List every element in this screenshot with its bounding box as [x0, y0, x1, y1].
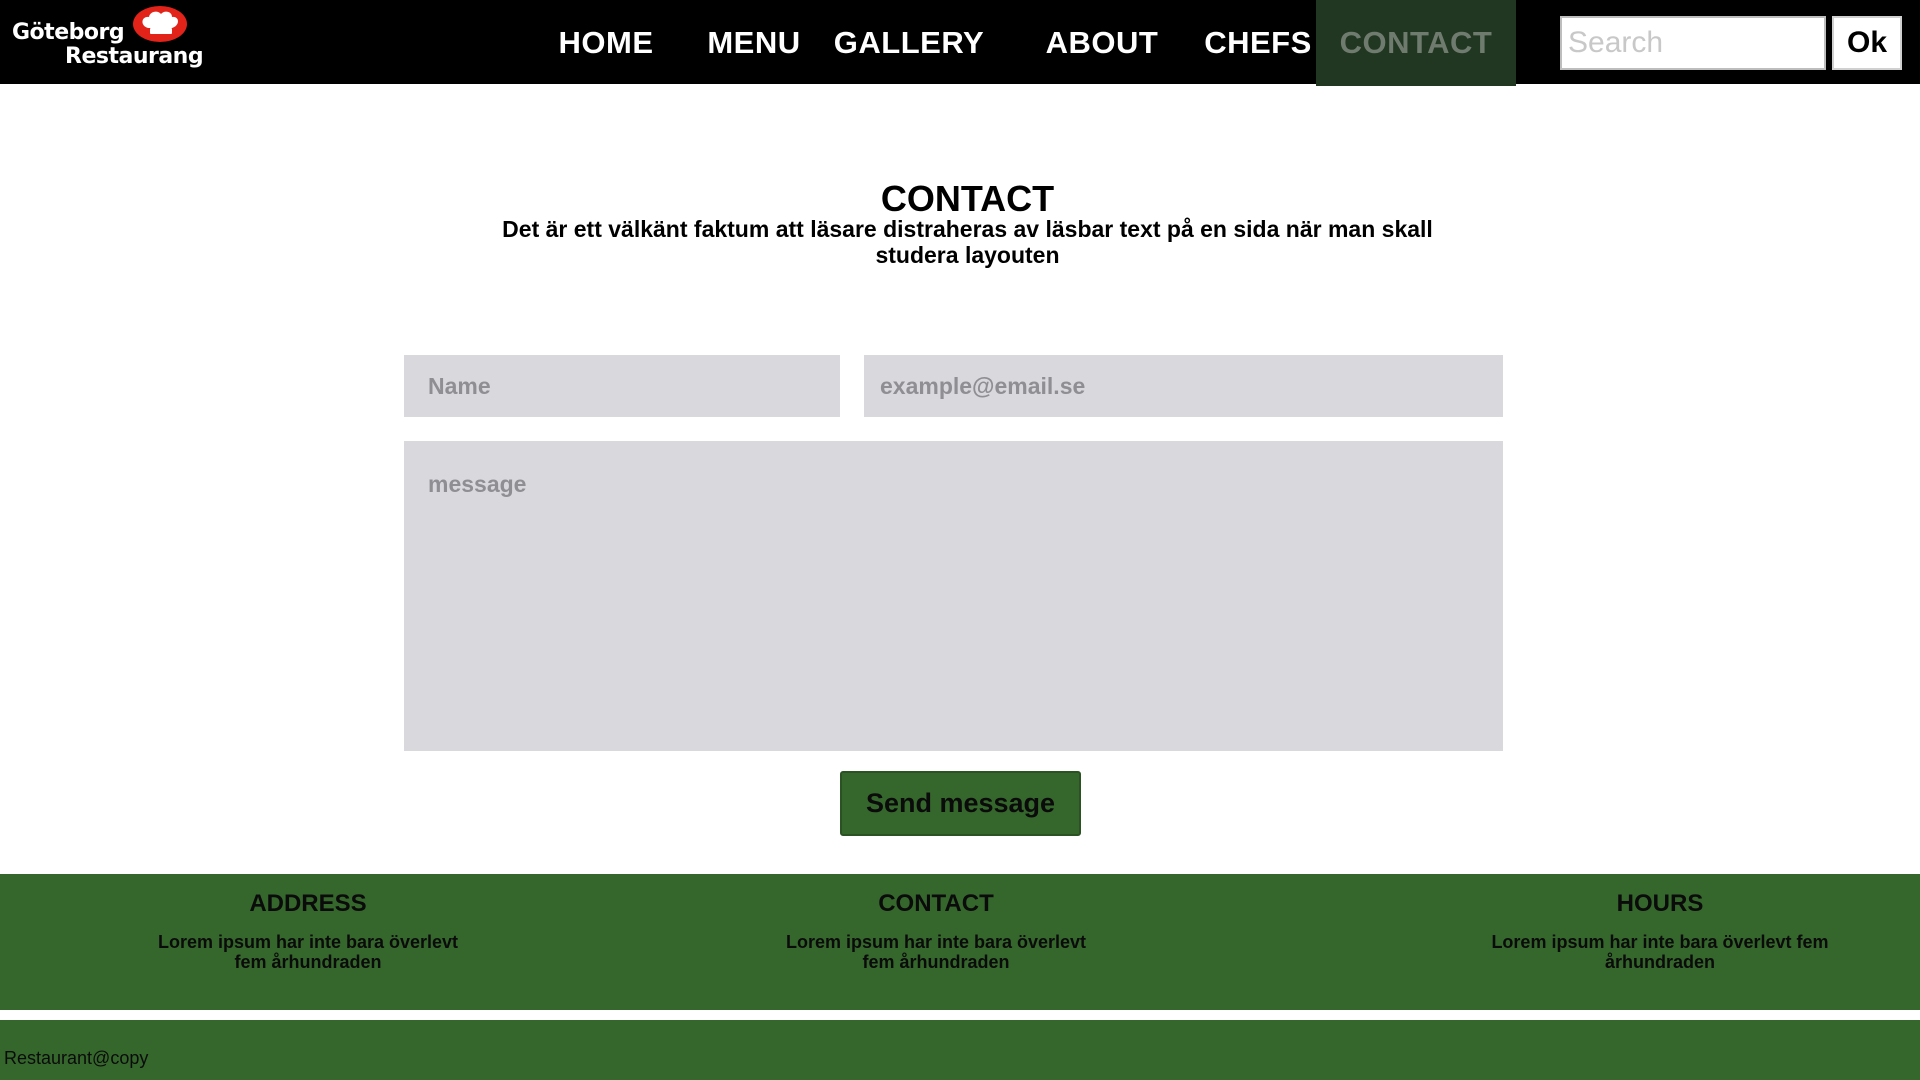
- nav-menu[interactable]: MENU: [684, 0, 824, 86]
- site-header: Göteborg Restaurang HOME MENU GALLERY AB…: [0, 0, 1920, 86]
- search-input[interactable]: [1560, 16, 1826, 70]
- footer-text-address: Lorem ipsum har inte bara överlevt fem å…: [157, 932, 459, 972]
- nav-home[interactable]: HOME: [536, 0, 676, 86]
- logo-line-2: Restaurang: [65, 44, 204, 69]
- footer-address: ADDRESS Lorem ipsum har inte bara överle…: [150, 890, 466, 972]
- footer-text-hours: Lorem ipsum har inte bara överlevt fem å…: [1491, 932, 1829, 972]
- name-field[interactable]: [404, 355, 840, 417]
- footer-contact: CONTACT Lorem ipsum har inte bara överle…: [778, 890, 1094, 972]
- nav-chefs[interactable]: CHEFS: [1188, 0, 1328, 86]
- footer-heading-address: ADDRESS: [249, 890, 367, 917]
- page-title: CONTACT: [880, 178, 1055, 219]
- message-field[interactable]: [404, 441, 1503, 751]
- nav-about[interactable]: ABOUT: [1034, 0, 1170, 86]
- search-ok-button[interactable]: Ok: [1832, 16, 1902, 70]
- footer-hours: HOURS Lorem ipsum har inte bara överlevt…: [1480, 890, 1840, 972]
- site-footer: ADDRESS Lorem ipsum har inte bara överle…: [0, 874, 1920, 1010]
- chef-hat-icon: [133, 6, 187, 42]
- logo-line-1: Göteborg: [12, 20, 125, 45]
- footer-text-contact: Lorem ipsum har inte bara överlevt fem å…: [785, 932, 1087, 972]
- footer-heading-contact: CONTACT: [878, 890, 994, 917]
- email-field[interactable]: [864, 355, 1503, 417]
- restaurant-logo[interactable]: Göteborg Restaurang: [10, 2, 204, 82]
- copyright-text: Restaurant@copy: [4, 1048, 149, 1068]
- nav-gallery[interactable]: GALLERY: [834, 0, 984, 86]
- page-subtitle: Det är ett välkänt faktum att läsare dis…: [502, 216, 1433, 268]
- copyright-bar: Restaurant@copy: [0, 1020, 1920, 1080]
- nav-contact[interactable]: CONTACT: [1316, 0, 1516, 86]
- send-message-button[interactable]: Send message: [840, 771, 1081, 836]
- footer-heading-hours: HOURS: [1616, 890, 1704, 917]
